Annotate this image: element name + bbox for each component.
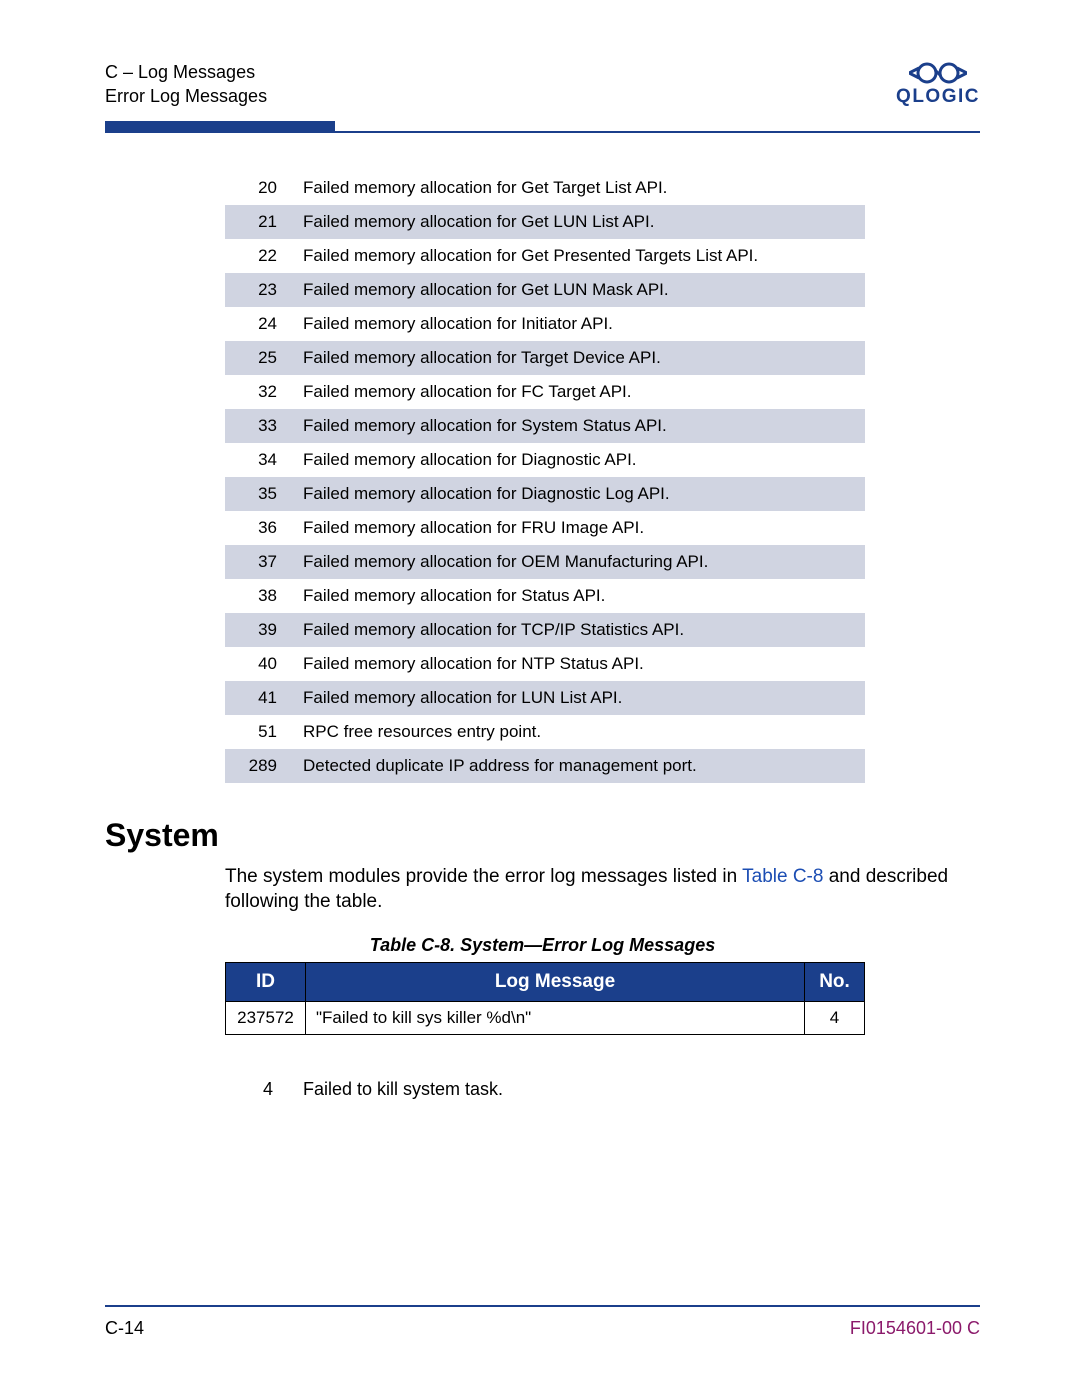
error-code-id: 33 bbox=[225, 409, 295, 443]
footer-page-number: C-14 bbox=[105, 1318, 144, 1339]
table-c8: ID Log Message No. 237572"Failed to kill… bbox=[225, 962, 865, 1035]
table-row: 39Failed memory allocation for TCP/IP St… bbox=[225, 613, 865, 647]
error-code-id: 21 bbox=[225, 205, 295, 239]
header-line1: C – Log Messages bbox=[105, 60, 267, 84]
table-row: 35Failed memory allocation for Diagnosti… bbox=[225, 477, 865, 511]
log-no: 4 bbox=[805, 1001, 865, 1034]
table-c8-caption: Table C-8. System—Error Log Messages bbox=[105, 935, 980, 956]
error-code-msg: Failed memory allocation for Get LUN Mas… bbox=[295, 273, 865, 307]
error-code-msg: Failed memory allocation for Target Devi… bbox=[295, 341, 865, 375]
page-footer: C-14 FI0154601-00 C bbox=[105, 1318, 980, 1339]
table-row: 36Failed memory allocation for FRU Image… bbox=[225, 511, 865, 545]
table-row: 24Failed memory allocation for Initiator… bbox=[225, 307, 865, 341]
error-code-id: 35 bbox=[225, 477, 295, 511]
desc-msg: Failed to kill system task. bbox=[295, 1073, 865, 1106]
error-code-msg: Failed memory allocation for Status API. bbox=[295, 579, 865, 613]
page-header: C – Log Messages Error Log Messages QLOG… bbox=[105, 60, 980, 109]
error-code-msg: Failed memory allocation for FC Target A… bbox=[295, 375, 865, 409]
error-code-id: 51 bbox=[225, 715, 295, 749]
header-rule-thin bbox=[105, 131, 980, 133]
error-code-msg: Failed memory allocation for Initiator A… bbox=[295, 307, 865, 341]
error-code-id: 22 bbox=[225, 239, 295, 273]
error-code-id: 37 bbox=[225, 545, 295, 579]
table-c8-xref[interactable]: Table C-8 bbox=[742, 866, 823, 887]
error-codes-table: 20Failed memory allocation for Get Targe… bbox=[225, 171, 865, 783]
table-row: 4Failed to kill system task. bbox=[225, 1073, 865, 1106]
error-code-id: 40 bbox=[225, 647, 295, 681]
table-row: 23Failed memory allocation for Get LUN M… bbox=[225, 273, 865, 307]
footer-doc-number: FI0154601-00 C bbox=[850, 1318, 980, 1339]
table-c8-header-msg: Log Message bbox=[306, 962, 805, 1001]
error-code-msg: Failed memory allocation for TCP/IP Stat… bbox=[295, 613, 865, 647]
intro-text-pre: The system modules provide the error log… bbox=[225, 866, 742, 887]
qlogic-logo-icon bbox=[909, 60, 967, 86]
log-msg: "Failed to kill sys killer %d\n" bbox=[306, 1001, 805, 1034]
error-code-id: 289 bbox=[225, 749, 295, 783]
header-rule bbox=[105, 121, 980, 133]
error-code-msg: Failed memory allocation for FRU Image A… bbox=[295, 511, 865, 545]
table-row: 237572"Failed to kill sys killer %d\n"4 bbox=[226, 1001, 865, 1034]
error-code-msg: Detected duplicate IP address for manage… bbox=[295, 749, 865, 783]
header-line2: Error Log Messages bbox=[105, 84, 267, 108]
table-row: 37Failed memory allocation for OEM Manuf… bbox=[225, 545, 865, 579]
error-code-msg: Failed memory allocation for Get Target … bbox=[295, 171, 865, 205]
page: C – Log Messages Error Log Messages QLOG… bbox=[0, 0, 1080, 1397]
log-id: 237572 bbox=[226, 1001, 306, 1034]
table-row: 41Failed memory allocation for LUN List … bbox=[225, 681, 865, 715]
description-table: 4Failed to kill system task. bbox=[225, 1073, 865, 1106]
error-code-id: 20 bbox=[225, 171, 295, 205]
error-code-msg: Failed memory allocation for LUN List AP… bbox=[295, 681, 865, 715]
desc-id: 4 bbox=[225, 1073, 295, 1106]
error-code-msg: Failed memory allocation for Get Present… bbox=[295, 239, 865, 273]
error-code-msg: Failed memory allocation for OEM Manufac… bbox=[295, 545, 865, 579]
error-code-id: 32 bbox=[225, 375, 295, 409]
error-code-msg: Failed memory allocation for NTP Status … bbox=[295, 647, 865, 681]
error-code-msg: RPC free resources entry point. bbox=[295, 715, 865, 749]
table-c8-header-id: ID bbox=[226, 962, 306, 1001]
system-intro-paragraph: The system modules provide the error log… bbox=[225, 864, 980, 915]
table-row: 25Failed memory allocation for Target De… bbox=[225, 341, 865, 375]
error-code-id: 24 bbox=[225, 307, 295, 341]
error-code-id: 38 bbox=[225, 579, 295, 613]
section-heading-system: System bbox=[105, 817, 980, 854]
error-code-msg: Failed memory allocation for Diagnostic … bbox=[295, 443, 865, 477]
error-code-id: 25 bbox=[225, 341, 295, 375]
logo-text: QLOGIC bbox=[896, 86, 980, 108]
error-code-id: 39 bbox=[225, 613, 295, 647]
header-left: C – Log Messages Error Log Messages bbox=[105, 60, 267, 109]
table-row: 33Failed memory allocation for System St… bbox=[225, 409, 865, 443]
table-row: 34Failed memory allocation for Diagnosti… bbox=[225, 443, 865, 477]
footer-rule bbox=[105, 1305, 980, 1307]
error-code-id: 23 bbox=[225, 273, 295, 307]
table-row: 21Failed memory allocation for Get LUN L… bbox=[225, 205, 865, 239]
error-code-id: 41 bbox=[225, 681, 295, 715]
error-code-id: 36 bbox=[225, 511, 295, 545]
table-row: 22Failed memory allocation for Get Prese… bbox=[225, 239, 865, 273]
error-code-id: 34 bbox=[225, 443, 295, 477]
table-row: 289Detected duplicate IP address for man… bbox=[225, 749, 865, 783]
error-code-msg: Failed memory allocation for Diagnostic … bbox=[295, 477, 865, 511]
error-code-msg: Failed memory allocation for System Stat… bbox=[295, 409, 865, 443]
error-code-msg: Failed memory allocation for Get LUN Lis… bbox=[295, 205, 865, 239]
table-row: 20Failed memory allocation for Get Targe… bbox=[225, 171, 865, 205]
table-c8-header-no: No. bbox=[805, 962, 865, 1001]
table-row: 40Failed memory allocation for NTP Statu… bbox=[225, 647, 865, 681]
table-row: 38Failed memory allocation for Status AP… bbox=[225, 579, 865, 613]
table-row: 51RPC free resources entry point. bbox=[225, 715, 865, 749]
qlogic-logo: QLOGIC bbox=[896, 60, 980, 108]
table-row: 32Failed memory allocation for FC Target… bbox=[225, 375, 865, 409]
